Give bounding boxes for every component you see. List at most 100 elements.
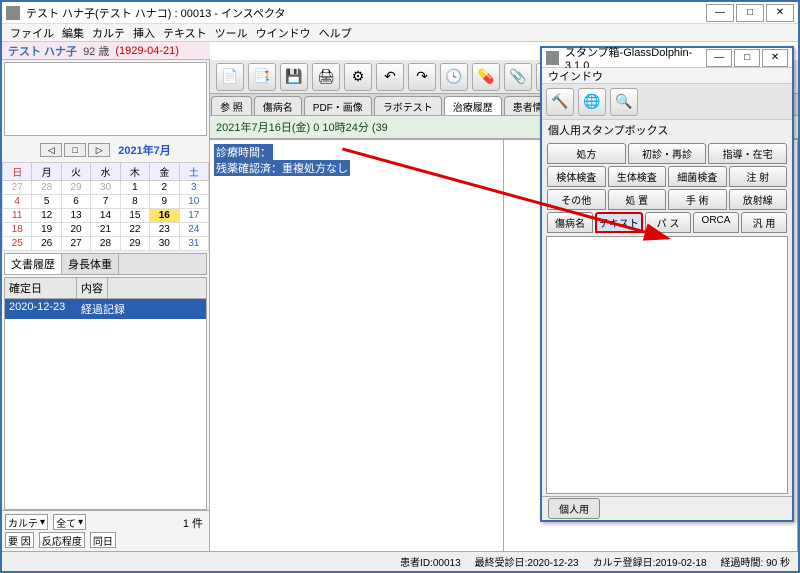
main-tab-1[interactable]: 傷病名 <box>254 96 302 115</box>
clip-panel <box>4 62 207 136</box>
stamp-cat-処方[interactable]: 処方 <box>547 143 626 164</box>
stamp-cat-ORCA[interactable]: ORCA <box>693 212 739 233</box>
cal-day[interactable]: 28 <box>32 181 61 195</box>
main-tab-4[interactable]: 治療履歴 <box>444 96 502 115</box>
stamp-cat-テキスト[interactable]: テキスト <box>595 212 643 233</box>
cal-day[interactable]: 6 <box>61 195 90 209</box>
cal-day[interactable]: 23 <box>150 223 179 237</box>
tab-body-metrics[interactable]: 身長体重 <box>62 254 119 274</box>
cal-day[interactable]: 18 <box>3 223 32 237</box>
med-icon[interactable]: 💊 <box>472 63 500 91</box>
stamp-foot-tab[interactable]: 個人用 <box>548 498 600 519</box>
cal-day[interactable]: 16 <box>150 209 179 223</box>
maximize-button[interactable]: □ <box>736 4 764 22</box>
filter-karte[interactable]: カルテ▾ <box>5 514 48 530</box>
menu-ウインドウ[interactable]: ウインドウ <box>254 25 313 41</box>
cal-day[interactable]: 27 <box>3 181 32 195</box>
gears-icon[interactable]: ⚙ <box>344 63 372 91</box>
tab-doc-history[interactable]: 文書履歴 <box>5 254 62 274</box>
cal-day[interactable]: 8 <box>120 195 149 209</box>
stamp-cat-手 術[interactable]: 手 術 <box>668 189 727 210</box>
stamp-cat-傷病名[interactable]: 傷病名 <box>547 212 593 233</box>
cal-day[interactable]: 9 <box>150 195 179 209</box>
cal-day[interactable]: 5 <box>32 195 61 209</box>
doc-icon[interactable]: 📄 <box>216 63 244 91</box>
cal-day[interactable]: 17 <box>179 209 208 223</box>
undo-icon[interactable]: ↶ <box>376 63 404 91</box>
stamp-menu-window[interactable]: ウインドウ <box>548 71 603 83</box>
cal-day[interactable]: 2 <box>150 181 179 195</box>
redo-icon[interactable]: ↷ <box>408 63 436 91</box>
menu-カルテ[interactable]: カルテ <box>90 25 127 41</box>
filter-all[interactable]: 全て▾ <box>53 514 86 530</box>
cal-prev-button[interactable]: ◁ <box>40 143 62 157</box>
stamp-close[interactable]: ✕ <box>762 49 788 67</box>
cal-day[interactable]: 24 <box>179 223 208 237</box>
menu-編集[interactable]: 編集 <box>60 25 86 41</box>
cal-day[interactable]: 10 <box>179 195 208 209</box>
cal-day[interactable]: 20 <box>61 223 90 237</box>
cal-day[interactable]: 25 <box>3 237 32 251</box>
cal-day[interactable]: 22 <box>120 223 149 237</box>
search-globe-icon[interactable]: 🔍 <box>610 88 638 116</box>
upload-globe-icon[interactable]: 🌐 <box>578 88 606 116</box>
hammer-icon[interactable]: 🔨 <box>546 88 574 116</box>
cal-day[interactable]: 19 <box>32 223 61 237</box>
menu-挿入[interactable]: 挿入 <box>131 25 157 41</box>
cal-day[interactable]: 28 <box>91 237 120 251</box>
main-tab-0[interactable]: 参 照 <box>211 96 252 115</box>
print-icon[interactable]: 🖨 <box>312 63 340 91</box>
menu-テキスト[interactable]: テキスト <box>161 25 209 41</box>
filter-reason[interactable]: 要 因 <box>5 532 34 548</box>
cal-day[interactable]: 15 <box>120 209 149 223</box>
minimize-button[interactable]: — <box>706 4 734 22</box>
cal-day[interactable]: 29 <box>61 181 90 195</box>
cal-day[interactable]: 1 <box>120 181 149 195</box>
cal-day[interactable]: 13 <box>61 209 90 223</box>
stamp-cat-初診・再診[interactable]: 初診・再診 <box>628 143 707 164</box>
cal-day[interactable]: 11 <box>3 209 32 223</box>
filter-sameday[interactable]: 同日 <box>90 532 116 548</box>
cal-today-button[interactable]: □ <box>64 143 86 157</box>
cal-day[interactable]: 12 <box>32 209 61 223</box>
calendar[interactable]: 日月火水木金土272829301234567891011121314151617… <box>2 162 209 251</box>
stamp-maximize[interactable]: □ <box>734 49 760 67</box>
cal-day[interactable]: 26 <box>32 237 61 251</box>
close-button[interactable]: ✕ <box>766 4 794 22</box>
clip-icon[interactable]: 📎 <box>504 63 532 91</box>
stamp-cat-指導・在宅[interactable]: 指導・在宅 <box>708 143 787 164</box>
stamp-cat-その他[interactable]: その他 <box>547 189 606 210</box>
stamp-list-area[interactable] <box>546 236 788 494</box>
cal-day[interactable]: 21 <box>91 223 120 237</box>
copy-icon[interactable]: 📑 <box>248 63 276 91</box>
stamp-cat-処 置[interactable]: 処 置 <box>608 189 667 210</box>
cal-day[interactable]: 31 <box>179 237 208 251</box>
doc-row[interactable]: 2020-12-23 経過記録 <box>5 299 206 319</box>
cal-day[interactable]: 3 <box>179 181 208 195</box>
hist-icon[interactable]: 🕓 <box>440 63 468 91</box>
stamp-cat-汎 用[interactable]: 汎 用 <box>741 212 787 233</box>
cal-day[interactable]: 27 <box>61 237 90 251</box>
main-tab-2[interactable]: PDF・画像 <box>304 96 372 115</box>
menu-ツール[interactable]: ツール <box>213 25 250 41</box>
cal-day[interactable]: 14 <box>91 209 120 223</box>
stamp-cat-パ ス[interactable]: パ ス <box>645 212 691 233</box>
main-tab-3[interactable]: ラボテスト <box>374 96 442 115</box>
cal-day[interactable]: 4 <box>3 195 32 209</box>
stamp-cat-放射線[interactable]: 放射線 <box>729 189 788 210</box>
left-record-pane[interactable]: 診療時間： 残薬確認済：重複処方なし <box>210 140 504 551</box>
stamp-minimize[interactable]: — <box>706 49 732 67</box>
cal-day[interactable]: 7 <box>91 195 120 209</box>
save-icon[interactable]: 💾 <box>280 63 308 91</box>
cal-day[interactable]: 29 <box>120 237 149 251</box>
menu-ファイル[interactable]: ファイル <box>8 25 56 41</box>
cal-next-button[interactable]: ▷ <box>88 143 110 157</box>
stamp-cat-注 射[interactable]: 注 射 <box>729 166 788 187</box>
menu-ヘルプ[interactable]: ヘルプ <box>317 25 354 41</box>
cal-day[interactable]: 30 <box>150 237 179 251</box>
filter-reaction[interactable]: 反応程度 <box>39 532 85 548</box>
stamp-cat-細菌検査[interactable]: 細菌検査 <box>668 166 727 187</box>
stamp-cat-検体検査[interactable]: 検体検査 <box>547 166 606 187</box>
stamp-cat-生体検査[interactable]: 生体検査 <box>608 166 667 187</box>
cal-day[interactable]: 30 <box>91 181 120 195</box>
